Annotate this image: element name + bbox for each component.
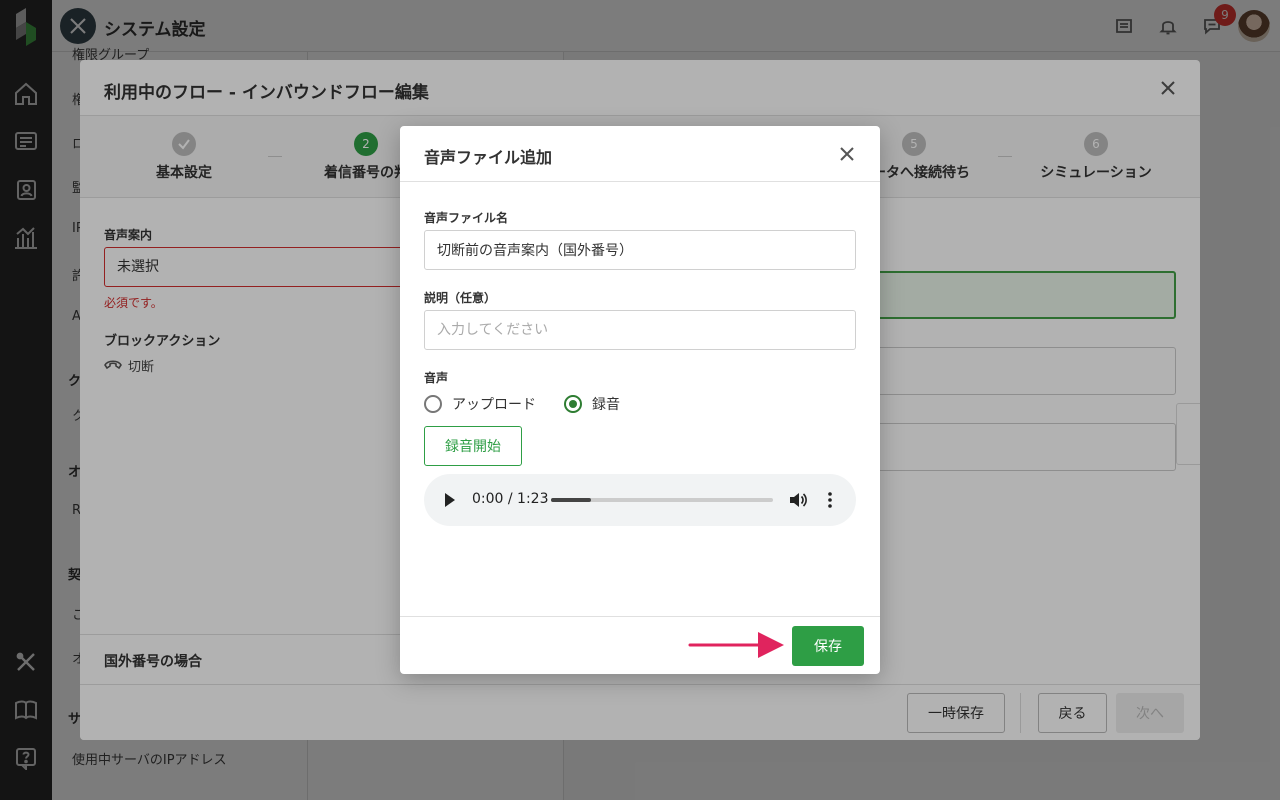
volume-icon[interactable] bbox=[788, 490, 808, 514]
description-input[interactable] bbox=[424, 310, 856, 350]
file-name-input[interactable] bbox=[424, 230, 856, 270]
close-icon[interactable] bbox=[836, 143, 858, 165]
more-vertical-icon[interactable] bbox=[827, 491, 833, 513]
save-button[interactable]: 保存 bbox=[792, 626, 864, 666]
divider bbox=[400, 616, 880, 617]
seek-progress bbox=[551, 498, 591, 502]
audio-label: 音声 bbox=[424, 371, 449, 385]
divider bbox=[400, 181, 880, 182]
add-audio-file-dialog: 音声ファイル追加 音声ファイル名 説明（任意） 音声 アップロード 録音 録音開… bbox=[400, 126, 880, 674]
dialog-title: 音声ファイル追加 bbox=[424, 148, 553, 167]
play-icon[interactable] bbox=[444, 492, 456, 512]
upload-radio-label: アップロード bbox=[452, 397, 536, 413]
seek-bar[interactable] bbox=[551, 498, 773, 502]
upload-radio[interactable] bbox=[424, 395, 442, 413]
file-name-label: 音声ファイル名 bbox=[424, 211, 509, 225]
record-radio-label: 録音 bbox=[592, 397, 620, 413]
pointer-arrow-icon bbox=[688, 630, 788, 660]
audio-player: 0:00 / 1:23 bbox=[424, 474, 856, 526]
audio-source-radio-group: アップロード 録音 bbox=[424, 394, 620, 414]
description-label: 説明（任意） bbox=[424, 291, 497, 305]
start-recording-button[interactable]: 録音開始 bbox=[424, 426, 522, 466]
player-time: 0:00 / 1:23 bbox=[472, 491, 549, 507]
record-radio[interactable] bbox=[564, 395, 582, 413]
